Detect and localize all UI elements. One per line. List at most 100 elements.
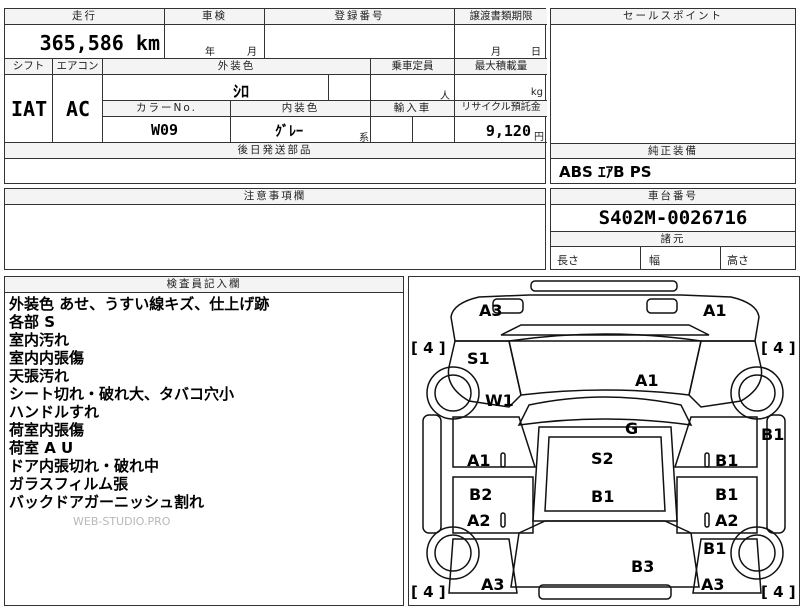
exterior-cell: ｼﾛ — [103, 75, 329, 101]
inspector-note-line: ガラスフィルム張 — [9, 475, 129, 493]
recycle-unit: 円 — [534, 132, 544, 143]
load-cell: kg — [455, 75, 547, 101]
height-cell: 高さ — [721, 247, 795, 269]
shift-header: シフト — [5, 59, 53, 75]
length-cell: 長さ — [551, 247, 641, 269]
parts-cell — [5, 159, 545, 183]
registration-header: 登録番号 — [265, 9, 455, 25]
exterior-value: ｼﾛ — [233, 82, 250, 101]
shift-cell: IAT — [5, 75, 53, 143]
mark-left-front-tire-area: W1 — [485, 391, 514, 410]
inspector-header: 検査員記入欄 — [5, 277, 403, 293]
equipment-header: 純正装備 — [551, 143, 795, 159]
mark-windshield: G — [625, 419, 639, 438]
watermark: WEB-STUDIO.PRO — [73, 515, 171, 528]
ac-cell: AC — [53, 75, 103, 143]
capacity-unit: 人 — [440, 91, 450, 102]
interior-suffix: 系 — [359, 133, 369, 144]
color-no-header: カラーNo. — [103, 101, 231, 117]
inspector-note-line: 天張汚れ — [9, 367, 70, 385]
load-header: 最大積載量 — [455, 59, 547, 75]
width-cell: 幅 — [641, 247, 721, 269]
exterior-header: 外装色 — [103, 59, 371, 75]
sales-point-box: セールスポイント 純正装備 ABS ｴｱB PS — [550, 8, 796, 184]
top-info-grid: 走行 車検 登録番号 譲渡書類期限 365,586 km 年 月 月 日 シフト… — [4, 8, 547, 184]
mark-hood: A1 — [635, 371, 659, 390]
import-cell-b — [413, 117, 455, 143]
transfer-day-unit: 日 — [531, 47, 541, 58]
inspector-note-line: 荷室内張傷 — [9, 421, 85, 439]
recycle-cell: 9,120 円 — [455, 117, 547, 143]
height-label: 高さ — [727, 254, 749, 267]
import-header: 輸入車 — [371, 101, 455, 117]
inspection-year-unit: 年 — [205, 47, 215, 58]
mark-rear-left-corner: A3 — [481, 575, 505, 594]
inspector-note-line: 各部 S — [9, 313, 56, 331]
tread-front-left: [ 4 ] — [411, 339, 446, 357]
mileage-value: 365,586 — [39, 31, 124, 55]
recycle-value: 9,120 — [485, 122, 531, 140]
chassis-box: 車台番号 S402M-0026716 諸元 長さ 幅 高さ — [550, 188, 796, 270]
ac-header: エアコン — [53, 59, 103, 75]
chassis-value: S402M-0026716 — [598, 207, 748, 229]
mark-rear-right-corner: A3 — [701, 575, 725, 594]
width-label: 幅 — [649, 254, 660, 267]
load-unit: kg — [530, 87, 543, 98]
inspector-box: 検査員記入欄 外装色 あせ、うすい線キズ、仕上げ跡 各部 S 室内汚れ 室内内張傷 天張… — [4, 276, 404, 606]
caution-box: 注意事項欄 — [4, 188, 546, 270]
tread-rear-right: [ 4 ] — [761, 583, 796, 601]
mark-rear-roof: B1 — [591, 487, 615, 506]
mark-rear-left-door-upper: B2 — [469, 485, 493, 504]
tread-front-right: [ 4 ] — [761, 339, 796, 357]
equipment-value: ABS ｴｱB PS — [559, 163, 652, 181]
mileage-cell: 365,586 km — [5, 25, 165, 59]
ac-value: AC — [66, 97, 91, 121]
mark-left-fender: S1 — [467, 349, 490, 368]
capacity-cell: 人 — [371, 75, 455, 102]
import-cell-a — [371, 117, 413, 143]
color-no-value: W09 — [151, 121, 179, 139]
inspector-notes: 外装色 あせ、うすい線キズ、仕上げ跡 各部 S 室内汚れ 室内内張傷 天張汚れ シート切れ… — [9, 295, 399, 511]
transfer-header: 譲渡書類期限 — [455, 9, 547, 25]
inspector-note-line: シート切れ・破れ大、タバコ穴小 — [9, 385, 235, 403]
dimensions-header: 諸元 — [551, 231, 795, 247]
capacity-header: 乗車定員 — [371, 59, 455, 75]
mileage-unit: km — [135, 31, 160, 55]
inspection-month-unit: 月 — [247, 47, 257, 58]
inspector-note-line: ハンドルすれ — [9, 403, 100, 421]
chassis-header: 車台番号 — [551, 189, 795, 205]
mark-rear-right-door-upper: B1 — [715, 485, 739, 504]
car-outline — [422, 280, 786, 600]
mark-right-rear-fender: B1 — [703, 539, 727, 558]
mark-back-door: B3 — [631, 557, 655, 576]
interior-cell: ｸﾞﾚｰ 系 — [231, 117, 371, 144]
inspector-note-line: 室内内張傷 — [9, 349, 85, 367]
mark-front-left-corner: A3 — [479, 301, 503, 320]
mark-front-left-door: A1 — [467, 451, 491, 470]
length-label: 長さ — [557, 254, 579, 267]
mark-roof: S2 — [591, 449, 614, 468]
mark-front-right-door: B1 — [715, 451, 739, 470]
sales-point-header: セールスポイント — [551, 9, 795, 25]
inspector-note-line: ドア内張切れ・破れ中 — [9, 457, 160, 475]
inspector-note-line: 室内汚れ — [9, 331, 70, 349]
mark-rear-left-door-lower: A2 — [467, 511, 491, 530]
mark-rear-right-door-lower: A2 — [715, 511, 739, 530]
interior-header: 内装色 — [231, 101, 371, 117]
chassis-cell: S402M-0026716 — [551, 205, 795, 231]
registration-cell — [265, 25, 455, 59]
mark-front-right-corner: A1 — [703, 301, 727, 320]
recycle-header: リサイクル預託金 — [455, 101, 547, 117]
mileage-header: 走行 — [5, 9, 165, 25]
inspector-note-line: バックドアガーニッシュ割れ — [9, 493, 205, 511]
transfer-cell: 月 日 — [455, 25, 547, 59]
inspector-note-line: 外装色 あせ、うすい線キズ、仕上げ跡 — [9, 295, 270, 313]
inspection-cell: 年 月 — [165, 25, 265, 59]
caution-header: 注意事項欄 — [5, 189, 545, 205]
interior-value: ｸﾞﾚｰ — [275, 124, 303, 140]
mark-right-side-panel: B1 — [761, 425, 785, 444]
shift-value: IAT — [11, 97, 48, 121]
color-no-cell: W09 — [103, 117, 231, 143]
inspector-note-line: 荷室 A U — [9, 439, 74, 457]
exterior-extra-cell — [329, 75, 371, 101]
